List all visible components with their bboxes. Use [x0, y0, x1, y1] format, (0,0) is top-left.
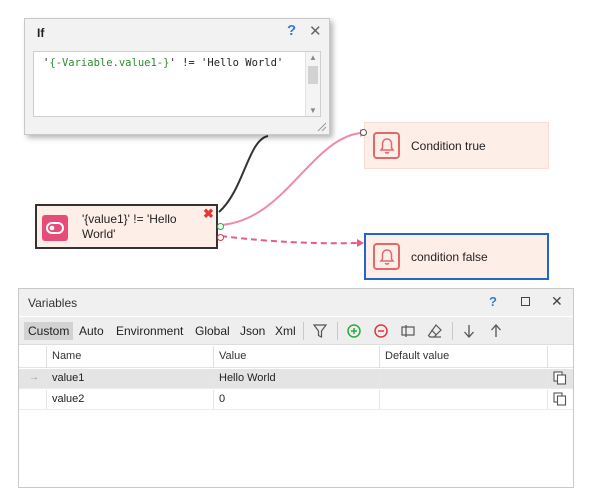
condition-editor[interactable]: '{-Variable.value1-}' != 'Hello World' ▲…	[33, 51, 321, 117]
column-divider	[547, 390, 548, 410]
bell-icon	[373, 132, 400, 159]
toolbar-divider	[303, 322, 304, 340]
true-output-port[interactable]	[217, 223, 224, 230]
help-icon[interactable]: ?	[287, 22, 296, 39]
grid-header: Name Value Default value	[19, 346, 573, 368]
move-up-icon[interactable]	[487, 322, 505, 340]
remove-variable-icon[interactable]	[372, 322, 390, 340]
bell-icon	[373, 243, 400, 270]
column-divider	[46, 390, 47, 410]
condition-true-label: Condition true	[411, 139, 486, 153]
column-divider	[213, 346, 214, 368]
add-variable-icon[interactable]	[345, 322, 363, 340]
editor-scrollbar[interactable]: ▲ ▼	[305, 52, 320, 116]
false-output-port[interactable]	[217, 234, 224, 241]
scroll-down-icon[interactable]: ▼	[309, 106, 317, 115]
tab-global[interactable]: Global	[191, 322, 234, 340]
resize-grip-icon[interactable]	[315, 120, 327, 132]
close-icon[interactable]: ✕	[551, 293, 563, 310]
condition-code[interactable]: '{-Variable.value1-}' != 'Hello World'	[43, 56, 305, 70]
table-row[interactable]: → value1 Hello World	[19, 369, 573, 389]
toggle-icon	[42, 215, 68, 241]
move-down-icon[interactable]	[460, 322, 478, 340]
condition-true-input-port[interactable]	[360, 129, 367, 136]
condition-false-node[interactable]: condition false	[364, 233, 549, 280]
column-divider	[547, 346, 548, 368]
filter-icon[interactable]	[311, 322, 329, 340]
maximize-icon[interactable]	[521, 297, 530, 306]
tab-json[interactable]: Json	[236, 322, 269, 340]
scroll-up-icon[interactable]: ▲	[309, 53, 317, 62]
dialog-link-wire	[218, 135, 269, 213]
condition-true-node[interactable]: Condition true	[364, 122, 549, 169]
column-value-header[interactable]: Value	[219, 350, 246, 362]
column-divider	[379, 369, 380, 389]
rename-icon[interactable]	[399, 322, 417, 340]
tab-custom[interactable]: Custom	[24, 322, 74, 340]
copy-icon[interactable]	[553, 392, 567, 406]
tab-xml[interactable]: Xml	[271, 322, 300, 340]
true-branch-wire	[220, 132, 361, 226]
variables-panel: Variables ? ✕ Custom Auto Environment Gl…	[18, 288, 574, 488]
column-divider	[547, 369, 548, 389]
toolbar-divider	[452, 322, 453, 340]
column-divider	[46, 369, 47, 389]
eraser-icon[interactable]	[426, 322, 444, 340]
tab-auto[interactable]: Auto	[75, 322, 108, 340]
if-dialog-title: If	[37, 26, 45, 40]
false-branch-arrow	[357, 239, 364, 247]
current-row-arrow-icon: →	[29, 372, 39, 383]
canvas: If ? ✕ '{-Variable.value1-}' != 'Hello W…	[0, 0, 592, 500]
copy-icon[interactable]	[553, 371, 567, 385]
column-default-header[interactable]: Default value	[385, 350, 449, 362]
false-branch-wire	[220, 235, 359, 245]
scroll-thumb[interactable]	[308, 66, 318, 84]
variable-name-cell[interactable]: value1	[52, 372, 84, 384]
column-divider	[379, 346, 380, 368]
column-divider	[46, 346, 47, 368]
if-action-block[interactable]: '{value1}' != 'Hello World' ✖	[35, 204, 224, 249]
delete-icon[interactable]: ✖	[203, 206, 214, 222]
column-divider	[213, 369, 214, 389]
code-variable: {-Variable.value1-}	[49, 57, 170, 69]
if-dialog: If ? ✕ '{-Variable.value1-}' != 'Hello W…	[24, 18, 330, 135]
variable-value-cell[interactable]: Hello World	[219, 372, 276, 384]
variables-header: Variables ? ✕	[19, 289, 573, 316]
toolbar-divider	[337, 322, 338, 340]
action-label: '{value1}' != 'Hello World'	[82, 212, 177, 241]
close-icon[interactable]: ✕	[309, 22, 322, 40]
column-name-header[interactable]: Name	[52, 350, 81, 362]
help-icon[interactable]: ?	[489, 294, 497, 309]
table-row[interactable]: value2 0	[19, 390, 573, 410]
code-rest: ' != 'Hello World'	[169, 57, 284, 69]
variables-toolbar: Custom Auto Environment Global Json Xml	[19, 317, 573, 345]
column-divider	[213, 390, 214, 410]
tab-environment[interactable]: Environment	[112, 322, 187, 340]
variable-name-cell[interactable]: value2	[52, 393, 84, 405]
variable-value-cell[interactable]: 0	[219, 393, 225, 405]
condition-false-label: condition false	[411, 250, 488, 264]
column-divider	[379, 390, 380, 410]
variables-title: Variables	[28, 296, 78, 310]
